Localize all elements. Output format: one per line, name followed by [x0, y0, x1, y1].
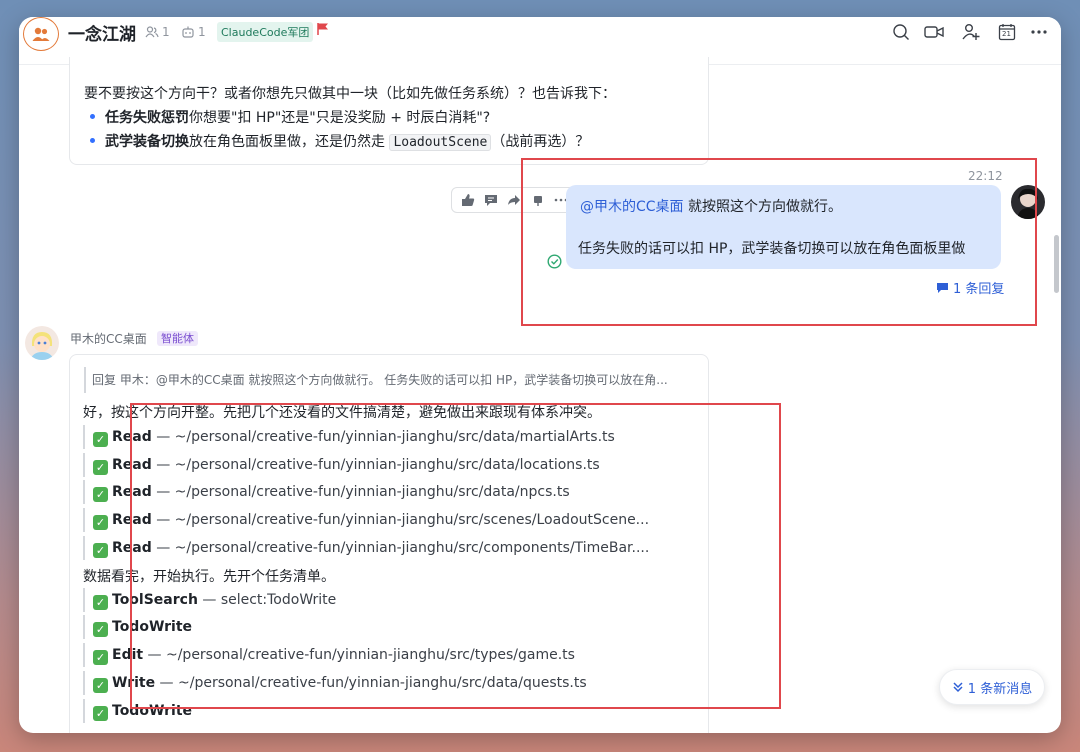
add-member-icon[interactable] [961, 22, 981, 42]
user-message-line-2: 任务失败的话可以扣 HP，武学装备切换可以放在角色面板里做 [578, 241, 966, 257]
tool-call-todowrite: ✓ TodoWrite [83, 615, 192, 639]
user-message-line-1: @甲木的CC桌面 就按照这个方向做就行。 [580, 199, 843, 215]
pin-icon[interactable] [529, 191, 547, 209]
check-icon: ✓ [93, 515, 108, 530]
calendar-day: 21 [1002, 30, 1011, 38]
flag-icon[interactable] [316, 22, 330, 36]
tool-call-toolsearch: ✓ ToolSearch — select:TodoWrite [83, 588, 336, 612]
forward-icon[interactable] [505, 191, 523, 209]
check-icon: ✓ [93, 432, 108, 447]
tool-call-read: ✓ Read — ~/personal/creative-fun/yinnian-… [83, 425, 615, 449]
tool-call-edit: ✓ Edit — ~/personal/creative-fun/yinnian-… [83, 643, 575, 667]
mention-link[interactable]: @甲木的CC桌面 [580, 199, 684, 215]
prev-question: 要不要按这个方向干？或者你想先只做其中一块（比如先做任务系统）？也告诉我下： [84, 86, 616, 102]
reply-icon [937, 282, 948, 293]
tool-call-read: ✓ Read — ~/personal/creative-fun/yinnian-… [83, 508, 649, 532]
group-tag[interactable]: ClaudeCode军团 [217, 22, 314, 42]
reply-thread-link[interactable]: 1 条回复 [936, 278, 1004, 297]
check-icon: ✓ [93, 595, 108, 610]
more-icon[interactable] [1029, 22, 1049, 42]
check-icon: ✓ [93, 460, 108, 475]
new-messages-button[interactable]: 1 条新消息 [939, 669, 1045, 705]
bot-sender-name[interactable]: 甲木的CC桌面 [70, 330, 147, 347]
check-icon: ✓ [93, 650, 108, 665]
bot-intro: 好，按这个方向开整。先把几个还没看的文件搞清楚，避免做出来跟现有体系冲突。 [83, 405, 601, 421]
agent-badge: 智能体 [157, 331, 198, 346]
check-icon: ✓ [93, 487, 108, 502]
check-icon: ✓ [93, 678, 108, 693]
prev-bullet-2: 武学装备切换放在角色面板里做，还是仍然走 LoadoutScene （战前再选）？ [90, 131, 589, 151]
tool-call-read: ✓ Read — ~/personal/creative-fun/yinnian-… [83, 480, 570, 504]
check-icon: ✓ [93, 706, 108, 721]
scrollbar-thumb[interactable] [1054, 235, 1059, 293]
check-icon: ✓ [93, 622, 108, 637]
chat-window: 一念江湖 1 1 ClaudeCode军团 21 要不要按这个方向干？或者你想先… [19, 17, 1061, 733]
inline-code: LoadoutScene [389, 134, 492, 151]
check-icon: ✓ [93, 543, 108, 558]
robot-icon [182, 26, 194, 38]
double-chevron-down-icon [953, 682, 963, 693]
bot-middle-text: 数据看完，开始执行。先开个任务清单。 [83, 569, 335, 585]
user-message-bubble[interactable]: @甲木的CC桌面 就按照这个方向做就行。 任务失败的话可以扣 HP，武学装备切换… [566, 185, 1001, 269]
prev-bullet-1: 任务失败惩罚你想要"扣 HP"还是"只是没奖励 + 时辰白消耗"? [90, 107, 490, 127]
member-count[interactable]: 1 [145, 25, 170, 39]
tool-call-todowrite: ✓ TodoWrite [83, 699, 192, 723]
message-action-bar [451, 187, 578, 213]
chat-title[interactable]: 一念江湖 [68, 20, 136, 45]
bot-avatar[interactable] [25, 326, 59, 360]
tool-call-read: ✓ Read — ~/personal/creative-fun/yinnian-… [83, 453, 600, 477]
bullet-dot [90, 113, 95, 119]
prev-message-card: 要不要按这个方向干？或者你想先只做其中一块（比如先做任务系统）？也告诉我下： 任… [69, 57, 709, 165]
tool-call-read: ✓ Read — ~/personal/creative-fun/yinnian-… [83, 536, 649, 560]
video-call-icon[interactable] [924, 22, 944, 42]
search-icon[interactable] [891, 22, 911, 42]
thumbs-up-icon[interactable] [459, 191, 477, 209]
bot-count[interactable]: 1 [181, 25, 206, 39]
user-avatar[interactable] [1011, 185, 1045, 219]
read-status-icon [547, 254, 562, 273]
tool-call-write: ✓ Write — ~/personal/creative-fun/yinnian… [83, 671, 587, 695]
message-time: 22:12 [968, 169, 1003, 183]
comment-icon[interactable] [482, 191, 500, 209]
group-icon [32, 27, 50, 41]
members-icon [145, 26, 159, 38]
bullet-dot [90, 137, 95, 143]
reply-quote[interactable]: 回复 甲木：@甲木的CC桌面 就按照这个方向做就行。 任务失败的话可以扣 HP，… [84, 367, 694, 393]
group-avatar[interactable] [23, 17, 59, 51]
calendar-icon[interactable]: 21 [997, 22, 1017, 42]
